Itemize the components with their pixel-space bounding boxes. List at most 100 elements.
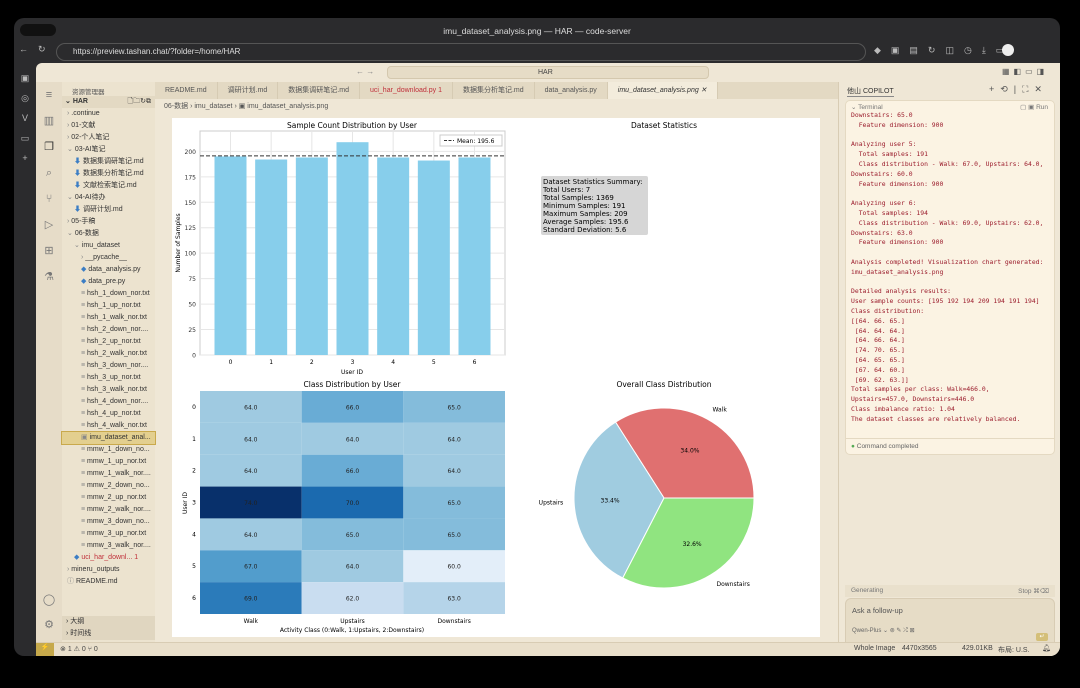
- tree-item-label: hsh_4_up_nor.txt: [87, 410, 141, 417]
- breadcrumb-item[interactable]: 06-数据: [164, 103, 188, 110]
- tree-item[interactable]: ◆ data_analysis.py: [62, 264, 155, 276]
- problems-indicator[interactable]: ⊗ 1 ⚠ 0 ⑂ 0: [60, 645, 98, 653]
- stop-button[interactable]: Stop ⌘⌫: [1018, 587, 1049, 595]
- heatmap-x-label: Activity Class (0:Walk, 1:Upstairs, 2:Do…: [280, 627, 424, 634]
- breadcrumb-item[interactable]: imu_dataset: [194, 103, 232, 110]
- breadcrumb-item[interactable]: imu_dataset_analysis.png: [247, 103, 328, 110]
- explorer-actions[interactable]: 🗋🗀↻⧉: [128, 96, 156, 108]
- tree-item[interactable]: ≡ hsh_1_walk_nor.txt: [62, 312, 155, 324]
- editor-tab[interactable]: data_analysis.py: [535, 82, 608, 99]
- tree-item[interactable]: ≡ hsh_2_up_nor.txt: [62, 336, 155, 348]
- account-icon[interactable]: ◯: [36, 587, 62, 613]
- tree-item[interactable]: ⬇ 数据集调研笔记.md: [62, 156, 155, 168]
- tree-item[interactable]: ≡ mmw_3_walk_nor....: [62, 540, 155, 552]
- keyboard-layout[interactable]: 布局: U.S.: [998, 645, 1030, 655]
- source-control-icon[interactable]: ⑂: [36, 186, 62, 212]
- tree-item[interactable]: ≡ hsh_3_walk_nor.txt: [62, 384, 155, 396]
- tree-item[interactable]: ≡ mmw_1_down_no...: [62, 444, 155, 456]
- tree-item[interactable]: ≡ hsh_1_down_nor.txt: [62, 288, 155, 300]
- image-mode[interactable]: Whole Image: [854, 645, 895, 652]
- tree-item[interactable]: › __pycache__: [62, 252, 155, 264]
- send-button[interactable]: ↵: [1036, 633, 1048, 641]
- outline-section[interactable]: › 大纲: [62, 616, 155, 628]
- tree-item[interactable]: › 01-文献: [62, 120, 155, 132]
- image-filesize: 429.01KB: [962, 645, 993, 652]
- generating-bar: Generating Stop ⌘⌫: [845, 585, 1055, 597]
- tree-item[interactable]: ⌄ 04-AI待办: [62, 192, 155, 204]
- editor-tab[interactable]: 数据集分析笔记.md: [453, 82, 535, 99]
- remote-icon[interactable]: ⚡: [36, 643, 54, 656]
- tree-item[interactable]: ≡ hsh_1_up_nor.txt: [62, 300, 155, 312]
- tree-item[interactable]: ◆ uci_har_downl... 1: [62, 552, 155, 564]
- tree-item[interactable]: ⬇ 调研计划.md: [62, 204, 155, 216]
- bar: [377, 157, 410, 355]
- tree-item[interactable]: ≡ hsh_4_up_nor.txt: [62, 408, 155, 420]
- nav-arrows[interactable]: ← →: [356, 67, 374, 76]
- browser-extension-icons[interactable]: ◆▣▤↻◫◷⤓▭: [874, 45, 1014, 56]
- tree-item[interactable]: ⬇ 数据集分析笔记.md: [62, 168, 155, 180]
- tree-item[interactable]: ≡ mmw_2_down_no...: [62, 480, 155, 492]
- tree-item[interactable]: ◆ data_pre.py: [62, 276, 155, 288]
- tree-item-icon: ⌄: [67, 194, 75, 201]
- notifications-bell-icon[interactable]: 🔔︎: [1042, 644, 1051, 652]
- close-tab-icon[interactable]: ✕: [699, 87, 707, 94]
- tab-label: uci_har_download.py 1: [369, 87, 442, 94]
- tree-item[interactable]: ⌄ 06-数据: [62, 228, 155, 240]
- tree-item[interactable]: › .continue: [62, 108, 155, 120]
- stats-line: Average Samples: 195.6: [543, 218, 629, 226]
- tree-item[interactable]: ≡ hsh_3_up_nor.txt: [62, 372, 155, 384]
- tree-item[interactable]: ⓘ README.md: [62, 576, 155, 588]
- tree-item-label: hsh_2_down_nor....: [87, 326, 149, 333]
- library-icon[interactable]: ▥: [36, 108, 62, 134]
- run-debug-icon[interactable]: ▷: [36, 212, 62, 238]
- back-icon[interactable]: ←: [19, 44, 28, 54]
- tree-item[interactable]: ≡ mmw_1_walk_nor....: [62, 468, 155, 480]
- editor-tab[interactable]: 调研计划.md: [218, 82, 279, 99]
- search-icon[interactable]: ⌕: [36, 160, 62, 186]
- tree-item[interactable]: ≡ hsh_2_down_nor....: [62, 324, 155, 336]
- address-bar[interactable]: https://preview.tashan.chat/?folder=/hom…: [56, 43, 866, 61]
- model-select[interactable]: Qwen-Plus ⌄ ⊚ ✎ ⤮ ⊠: [846, 622, 1054, 640]
- testing-icon[interactable]: ⚗: [36, 264, 62, 290]
- extensions-icon[interactable]: ⊞: [36, 238, 62, 264]
- tree-item[interactable]: ▣ imu_dataset_anal...: [61, 431, 156, 445]
- editor-tab[interactable]: uci_har_download.py 1: [360, 82, 453, 99]
- copilot-actions[interactable]: +⟲|⛶✕: [989, 84, 1048, 95]
- browser-sidebar-icons[interactable]: ▣ ◎ V ▭ +: [18, 68, 32, 168]
- tree-item[interactable]: ≡ mmw_2_up_nor.txt: [62, 492, 155, 504]
- tree-item[interactable]: ≡ hsh_3_down_nor....: [62, 360, 155, 372]
- y-tick-label: 50: [188, 302, 196, 309]
- editor-tab[interactable]: imu_dataset_analysis.png ✕: [607, 82, 718, 99]
- workspace-root[interactable]: ⌄ HAR 🗋🗀↻⧉: [62, 96, 155, 108]
- terminal-block: ⌄ Terminal ▢ ▣ Run Downstairs: 65.0 Featu…: [845, 100, 1055, 455]
- x-tick-label: 1: [269, 359, 273, 366]
- tree-item[interactable]: ≡ mmw_3_up_nor.txt: [62, 528, 155, 540]
- follow-up-input[interactable]: Ask a follow-up Qwen-Plus ⌄ ⊚ ✎ ⤮ ⊠ ↵: [845, 598, 1055, 648]
- profile-avatar[interactable]: [1002, 44, 1014, 56]
- tree-item[interactable]: ≡ hsh_4_walk_nor.txt: [62, 420, 155, 432]
- tree-item[interactable]: › mineru_outputs: [62, 564, 155, 576]
- timeline-section[interactable]: › 时间线: [62, 628, 155, 640]
- run-button[interactable]: ▢ ▣ Run: [1020, 103, 1054, 111]
- pie-label: Walk: [712, 407, 727, 414]
- editor-tab[interactable]: 数据集调研笔记.md: [278, 82, 360, 99]
- tree-item[interactable]: ⌄ imu_dataset: [62, 240, 155, 252]
- tree-item[interactable]: › 02-个人笔记: [62, 132, 155, 144]
- tree-item[interactable]: ⬇ 文献检索笔记.md: [62, 180, 155, 192]
- settings-gear-icon[interactable]: ⚙: [36, 612, 62, 638]
- menu-icon[interactable]: ≡: [36, 82, 62, 108]
- tree-item[interactable]: › 05-手稿: [62, 216, 155, 228]
- reload-icon[interactable]: ↻: [38, 44, 46, 55]
- tree-item[interactable]: ≡ mmw_2_walk_nor....: [62, 504, 155, 516]
- tree-item[interactable]: ≡ hsh_2_walk_nor.txt: [62, 348, 155, 360]
- tree-item[interactable]: ≡ hsh_4_down_nor....: [62, 396, 155, 408]
- layout-toggle-icons[interactable]: ▦◧▭◨: [1002, 67, 1048, 76]
- heatmap-y-tick: 0: [192, 404, 196, 411]
- tree-item[interactable]: ≡ mmw_3_down_no...: [62, 516, 155, 528]
- editor-tab[interactable]: README.md: [155, 82, 218, 99]
- tree-item[interactable]: ≡ mmw_1_up_nor.txt: [62, 456, 155, 468]
- tree-item[interactable]: ⌄ 03-AI笔记: [62, 144, 155, 156]
- explorer-icon[interactable]: ❐: [36, 134, 62, 160]
- pie-label: Downstairs: [716, 581, 749, 588]
- command-center-search[interactable]: HAR: [387, 66, 709, 79]
